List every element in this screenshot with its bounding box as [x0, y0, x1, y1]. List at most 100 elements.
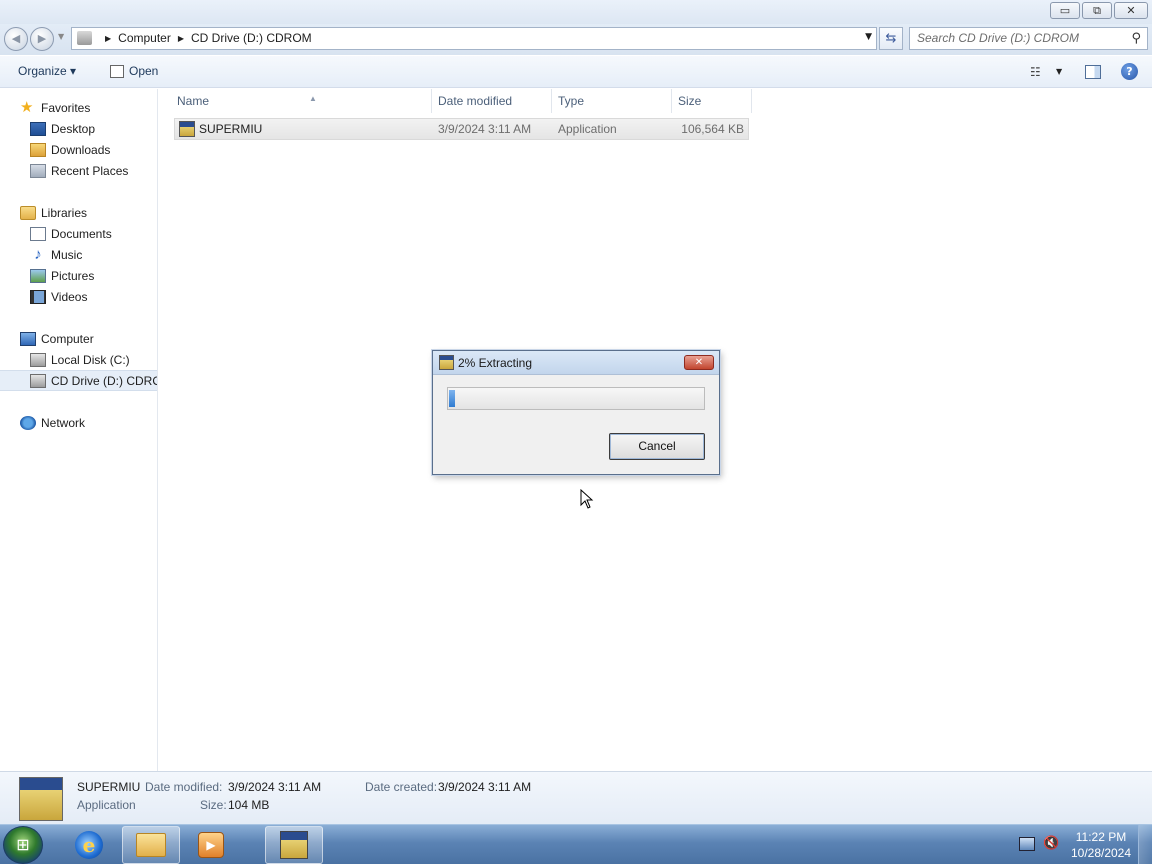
nav-label: Favorites: [41, 100, 91, 115]
search-box[interactable]: ⚲: [909, 27, 1148, 50]
recent-places-icon: [30, 163, 46, 178]
nav-cd-drive[interactable]: CD Drive (D:) CDROM: [0, 370, 157, 391]
nav-label: Videos: [51, 289, 88, 304]
file-row[interactable]: SUPERMIU 3/9/2024 3:11 AM Application 10…: [174, 118, 749, 140]
start-button[interactable]: ⊞: [3, 826, 43, 864]
recent-pages-dropdown[interactable]: ▼: [58, 32, 64, 41]
maximize-button[interactable]: ⧉: [1082, 2, 1112, 19]
dialog-title: 2% Extracting: [458, 356, 533, 370]
nav-label: Libraries: [41, 205, 88, 220]
details-date-modified-label: Date modified:: [145, 780, 223, 794]
column-label: Size: [678, 94, 702, 108]
nav-label: Computer: [41, 331, 94, 346]
taskbar-media-player[interactable]: ▶: [182, 826, 240, 864]
nav-recent-places[interactable]: Recent Places: [0, 160, 157, 181]
column-header-size[interactable]: Size: [672, 89, 752, 113]
nav-label: Network: [41, 415, 86, 430]
preview-pane-icon[interactable]: [1085, 65, 1101, 79]
taskbar-internet-explorer[interactable]: e: [60, 826, 118, 864]
details-file-kind: Application: [77, 798, 136, 812]
nav-label: Music: [51, 247, 83, 262]
search-input[interactable]: [917, 28, 1127, 48]
breadcrumb-cd-drive[interactable]: CD Drive (D:) CDROM: [191, 31, 312, 45]
nav-label: Pictures: [51, 268, 95, 283]
nav-label: Local Disk (C:): [51, 352, 130, 367]
clock[interactable]: 11:22 PM 10/28/2024: [1064, 829, 1138, 861]
navigation-pane: ★ Favorites Desktop Downloads Recent Plac…: [0, 89, 158, 771]
file-date-modified: 3/9/2024 3:11 AM: [438, 122, 532, 136]
address-bar[interactable]: ▶ Computer ▶ CD Drive (D:) CDROM ▼: [71, 27, 877, 50]
network-icon: [20, 415, 36, 430]
nav-music[interactable]: ♪ Music: [0, 244, 157, 265]
videos-icon: [30, 289, 46, 304]
details-date-modified: 3/9/2024 3:11 AM: [228, 780, 322, 794]
nav-label: Downloads: [51, 142, 111, 157]
nav-libraries[interactable]: Libraries: [0, 202, 157, 223]
extraction-progress-bar: [447, 387, 705, 410]
file-size: 106,564 KB: [681, 122, 744, 136]
nav-label: Recent Places: [51, 163, 129, 178]
nav-videos[interactable]: Videos: [0, 286, 157, 307]
help-icon[interactable]: ?: [1121, 63, 1138, 80]
column-label: Date modified: [438, 94, 513, 108]
back-arrow-icon: ◀: [11, 32, 21, 45]
close-button[interactable]: ✕: [1114, 2, 1148, 19]
taskbar-setup-app[interactable]: [265, 826, 323, 864]
network-status-icon[interactable]: [1019, 837, 1035, 851]
command-bar: Organize ▾ Open ☷ ▼ ?: [0, 56, 1152, 88]
breadcrumb: ▶ Computer ▶ CD Drive (D:) CDROM: [98, 31, 312, 45]
column-label: Name: [177, 94, 210, 108]
nav-network[interactable]: Network: [0, 412, 157, 433]
nav-pictures[interactable]: Pictures: [0, 265, 157, 286]
column-header-date-modified[interactable]: Date modified: [432, 89, 552, 113]
search-icon[interactable]: ⚲: [1131, 31, 1141, 46]
breadcrumb-computer[interactable]: Computer: [118, 31, 171, 45]
breadcrumb-separator-icon[interactable]: ▶: [105, 34, 111, 43]
nav-label: CD Drive (D:) CDROM: [51, 373, 157, 388]
extracting-dialog: 2% Extracting ✕ Cancel: [432, 350, 720, 475]
nav-computer[interactable]: Computer: [0, 328, 157, 349]
taskbar: ⊞ e ▶ 🔇 11:22 PM 10/28/2024: [0, 824, 1152, 864]
setup-application-icon: [280, 831, 308, 859]
dialog-close-button[interactable]: ✕: [684, 355, 714, 370]
application-large-icon: [19, 777, 63, 821]
address-dropdown-icon[interactable]: ▼: [865, 32, 872, 42]
forward-button[interactable]: ▶: [30, 27, 54, 51]
computer-icon: [20, 331, 36, 346]
application-icon: [439, 355, 454, 370]
details-date-created: 3/9/2024 3:11 AM: [438, 780, 532, 794]
progress-fill: [449, 390, 455, 407]
local-disk-icon: [30, 352, 46, 367]
taskbar-windows-explorer[interactable]: [122, 826, 180, 864]
open-button[interactable]: Open: [110, 64, 158, 78]
cancel-button[interactable]: Cancel: [609, 433, 705, 460]
column-header-type[interactable]: Type: [552, 89, 672, 113]
details-pane: SUPERMIU Date modified: 3/9/2024 3:11 AM…: [0, 771, 1152, 824]
open-label: Open: [129, 64, 159, 78]
nav-favorites[interactable]: ★ Favorites: [0, 97, 157, 118]
breadcrumb-separator-icon[interactable]: ▶: [178, 34, 184, 43]
back-button[interactable]: ◀: [4, 27, 28, 51]
organize-button[interactable]: Organize ▾: [18, 64, 76, 78]
views-dropdown-icon[interactable]: ▼: [1056, 67, 1062, 76]
libraries-icon: [20, 205, 36, 220]
details-size-label: Size:: [200, 798, 227, 812]
show-desktop-button[interactable]: [1138, 825, 1152, 864]
nav-downloads[interactable]: Downloads: [0, 139, 157, 160]
windows-logo-icon: ⊞: [16, 835, 30, 854]
nav-local-disk[interactable]: Local Disk (C:): [0, 349, 157, 370]
nav-label: Documents: [51, 226, 112, 241]
volume-muted-icon[interactable]: 🔇: [1043, 836, 1059, 851]
open-icon: [110, 64, 124, 78]
refresh-button[interactable]: ⇆: [879, 27, 903, 50]
nav-desktop[interactable]: Desktop: [0, 118, 157, 139]
clock-time: 11:22 PM: [1075, 830, 1127, 844]
address-row: ◀ ▶ ▼ ▶ Computer ▶ CD Drive (D:) CDROM ▼…: [0, 24, 1152, 55]
details-size: 104 MB: [228, 798, 270, 812]
pictures-icon: [30, 268, 46, 283]
column-header-name[interactable]: Name ▲: [171, 89, 432, 113]
change-view-icon[interactable]: ☷: [1030, 65, 1041, 79]
nav-documents[interactable]: Documents: [0, 223, 157, 244]
details-date-created-label: Date created:: [365, 780, 438, 794]
minimize-button[interactable]: ▭: [1050, 2, 1080, 19]
